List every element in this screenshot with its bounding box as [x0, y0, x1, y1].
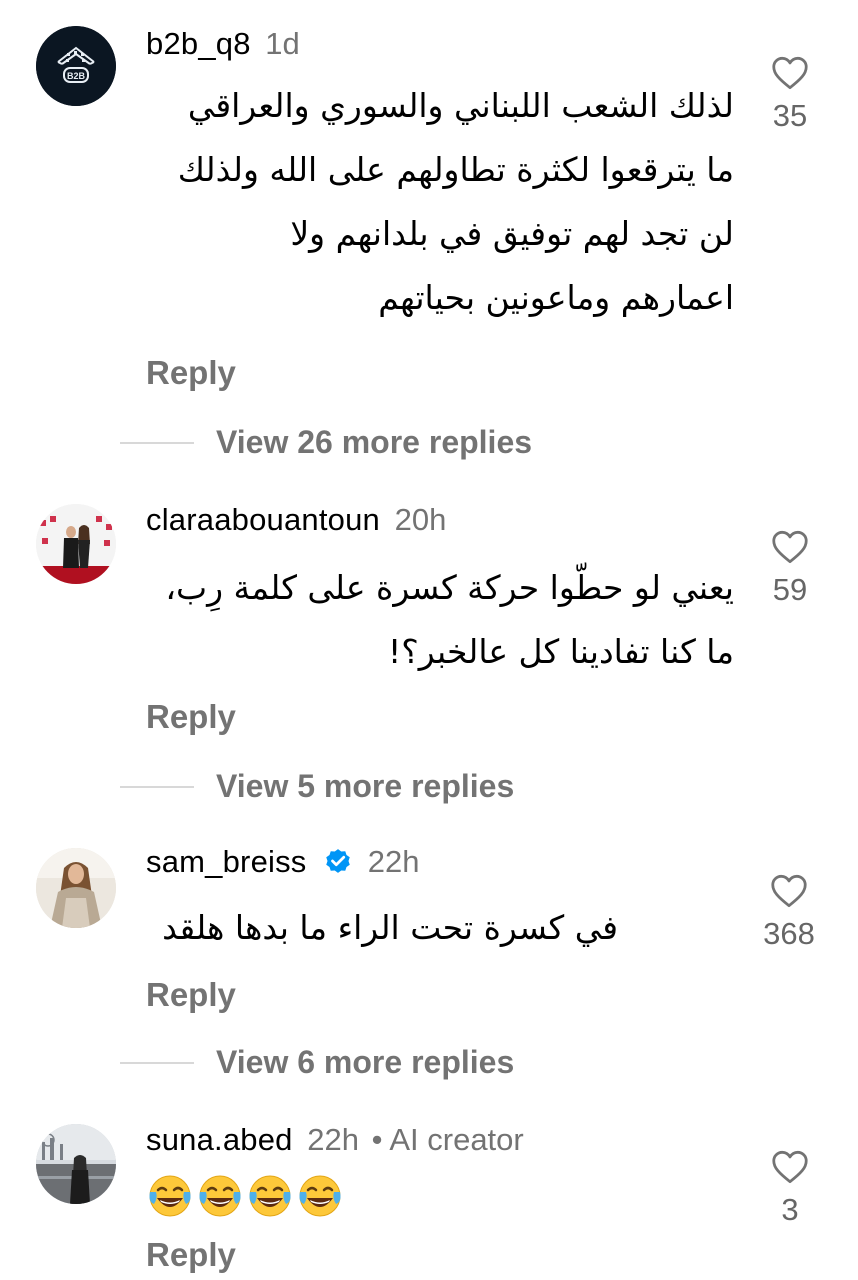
- heart-outline-icon: [772, 56, 808, 90]
- avatar[interactable]: [36, 848, 116, 928]
- verified-badge-icon: [326, 849, 350, 873]
- comment-header: suna.abed 22h • AI creator: [146, 1120, 524, 1160]
- b2b-logo-icon: B2B: [36, 26, 116, 106]
- like-count: 35: [772, 98, 808, 133]
- comment-text: في كسرة تحت الراء ما بدها هلقد: [162, 908, 618, 947]
- avatar-photo: [36, 504, 116, 584]
- divider: [120, 441, 194, 444]
- like-count: 59: [772, 572, 808, 607]
- avatar-photo: [36, 848, 116, 928]
- comment-text: لذلك الشعب اللبناني والسوري والعراقي ما …: [177, 86, 734, 317]
- like-button[interactable]: 35: [760, 56, 820, 134]
- heart-outline-icon: [772, 1150, 808, 1184]
- like-button[interactable]: 368: [752, 874, 826, 952]
- reply-button[interactable]: Reply: [146, 976, 236, 1014]
- reply-button[interactable]: Reply: [146, 1236, 236, 1274]
- timestamp: 20h: [394, 502, 447, 537]
- comment-header: b2b_q8 1d: [146, 24, 300, 64]
- like-button[interactable]: 59: [760, 530, 820, 608]
- like-count: 3: [781, 1192, 799, 1227]
- creator-label: • AI creator: [371, 1122, 524, 1157]
- view-more-replies-label: View 26 more replies: [216, 424, 533, 460]
- view-more-replies[interactable]: View 6 more replies: [120, 1044, 514, 1081]
- heart-outline-icon: [772, 530, 808, 564]
- username[interactable]: sam_breiss: [146, 844, 307, 879]
- emoji-row: [146, 1172, 344, 1225]
- comment-text: يعني لو حطّوا حركة كسرة على كلمة رِب، ما…: [165, 568, 734, 671]
- timestamp: 22h: [367, 844, 420, 879]
- laughing-emoji-icon: [146, 1172, 194, 1225]
- reply-button[interactable]: Reply: [146, 354, 236, 392]
- like-button[interactable]: 3: [760, 1150, 820, 1228]
- avatar[interactable]: [36, 1124, 116, 1204]
- laughing-emoji-icon: [196, 1172, 244, 1225]
- username[interactable]: suna.abed: [146, 1122, 293, 1157]
- avatar[interactable]: [36, 504, 116, 584]
- heart-outline-icon: [771, 874, 807, 908]
- view-more-replies-label: View 5 more replies: [216, 768, 515, 804]
- view-more-replies[interactable]: View 26 more replies: [120, 424, 532, 461]
- timestamp: 1d: [265, 26, 300, 61]
- divider: [120, 1061, 194, 1064]
- divider: [120, 785, 194, 788]
- comment-header: claraabouantoun 20h: [146, 500, 446, 540]
- comment-header: sam_breiss 22h: [146, 842, 419, 882]
- svg-text:B2B: B2B: [67, 71, 86, 81]
- avatar-photo: [36, 1124, 116, 1204]
- username[interactable]: b2b_q8: [146, 26, 251, 61]
- avatar[interactable]: B2B: [36, 26, 116, 106]
- like-count: 368: [763, 916, 815, 951]
- timestamp: 22h: [307, 1122, 359, 1157]
- reply-button[interactable]: Reply: [146, 698, 236, 736]
- view-more-replies-label: View 6 more replies: [216, 1044, 515, 1080]
- laughing-emoji-icon: [246, 1172, 294, 1225]
- username[interactable]: claraabouantoun: [146, 502, 380, 537]
- view-more-replies[interactable]: View 5 more replies: [120, 768, 514, 805]
- laughing-emoji-icon: [296, 1172, 344, 1225]
